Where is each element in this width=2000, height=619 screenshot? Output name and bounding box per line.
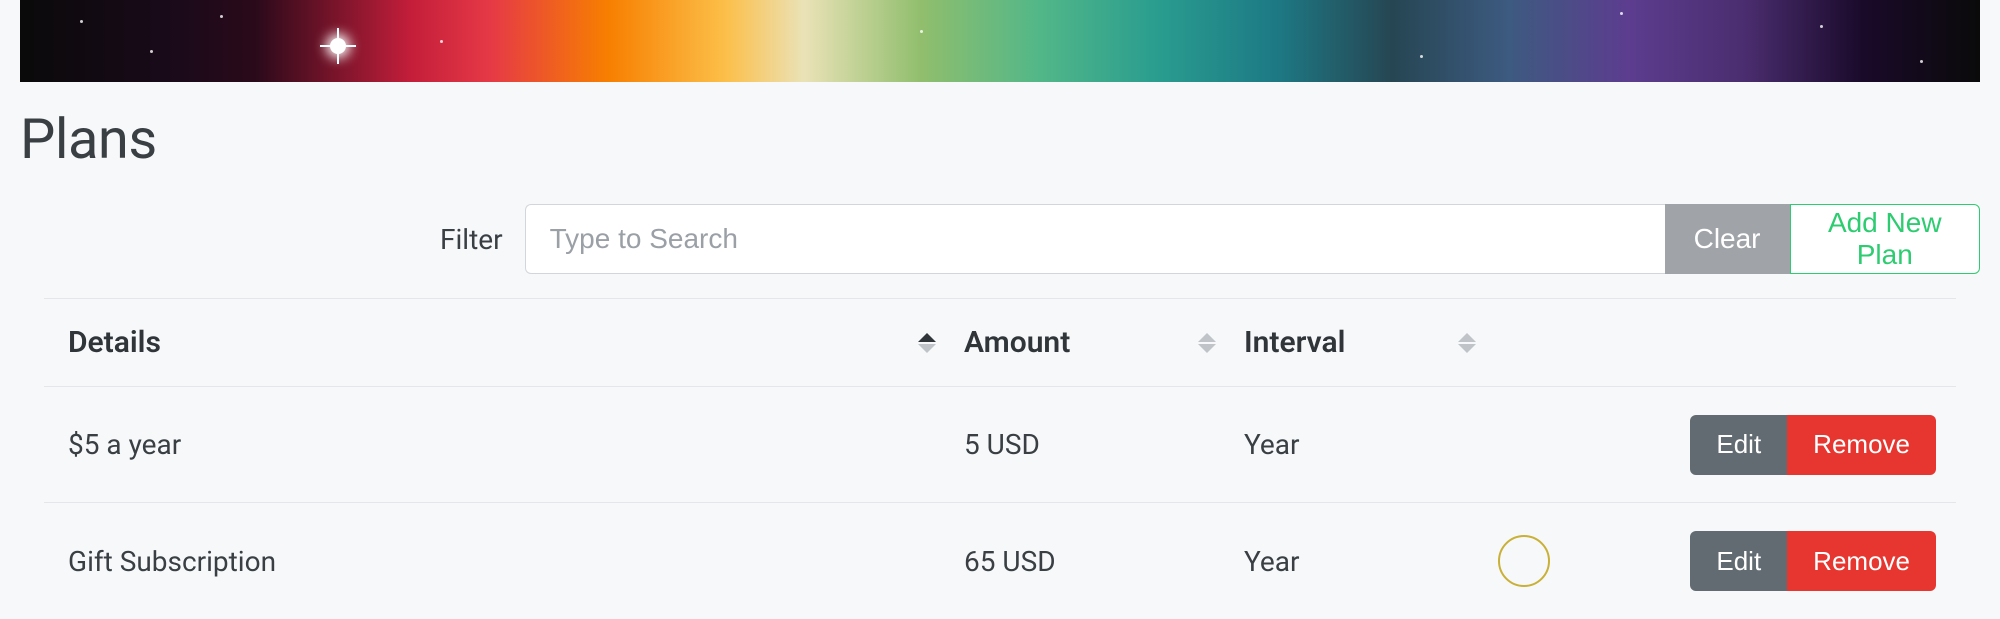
search-input[interactable] (525, 204, 1665, 274)
row-actions: Edit Remove (1504, 415, 1956, 475)
plans-table: Details Amount Interval $5 a year 5 USD … (44, 298, 1956, 619)
column-header-amount[interactable]: Amount (964, 325, 1244, 360)
cell-details: $5 a year (44, 428, 964, 461)
row-actions: Edit Remove (1504, 531, 1956, 591)
column-header-details[interactable]: Details (44, 325, 964, 360)
star-decoration (330, 38, 346, 54)
column-label: Amount (964, 325, 1070, 360)
add-new-plan-button[interactable]: Add New Plan (1790, 204, 1980, 274)
table-header: Details Amount Interval (44, 299, 1956, 387)
highlight-ring (1498, 535, 1550, 587)
edit-button[interactable]: Edit (1690, 531, 1787, 591)
sort-icon[interactable] (1198, 333, 1244, 353)
remove-button[interactable]: Remove (1787, 531, 1936, 591)
cell-interval: Year (1244, 428, 1504, 461)
header-banner (20, 0, 1980, 82)
table-row: Gift Subscription 65 USD Year Edit Remov… (44, 503, 1956, 619)
page-title: Plans (20, 106, 2000, 172)
column-label: Interval (1244, 325, 1345, 360)
column-label: Details (68, 325, 161, 360)
filter-bar: Filter Clear Add New Plan (0, 180, 2000, 298)
edit-button[interactable]: Edit (1690, 415, 1787, 475)
cell-interval: Year (1244, 545, 1504, 578)
remove-button[interactable]: Remove (1787, 415, 1936, 475)
cell-amount: 65 USD (964, 545, 1244, 578)
filter-label: Filter (440, 223, 503, 256)
column-header-interval[interactable]: Interval (1244, 325, 1504, 360)
cell-details: Gift Subscription (44, 545, 964, 578)
sort-icon[interactable] (918, 333, 964, 353)
table-row: $5 a year 5 USD Year Edit Remove (44, 387, 1956, 503)
clear-button[interactable]: Clear (1665, 204, 1790, 274)
sort-icon[interactable] (1458, 333, 1504, 353)
cell-amount: 5 USD (964, 428, 1244, 461)
